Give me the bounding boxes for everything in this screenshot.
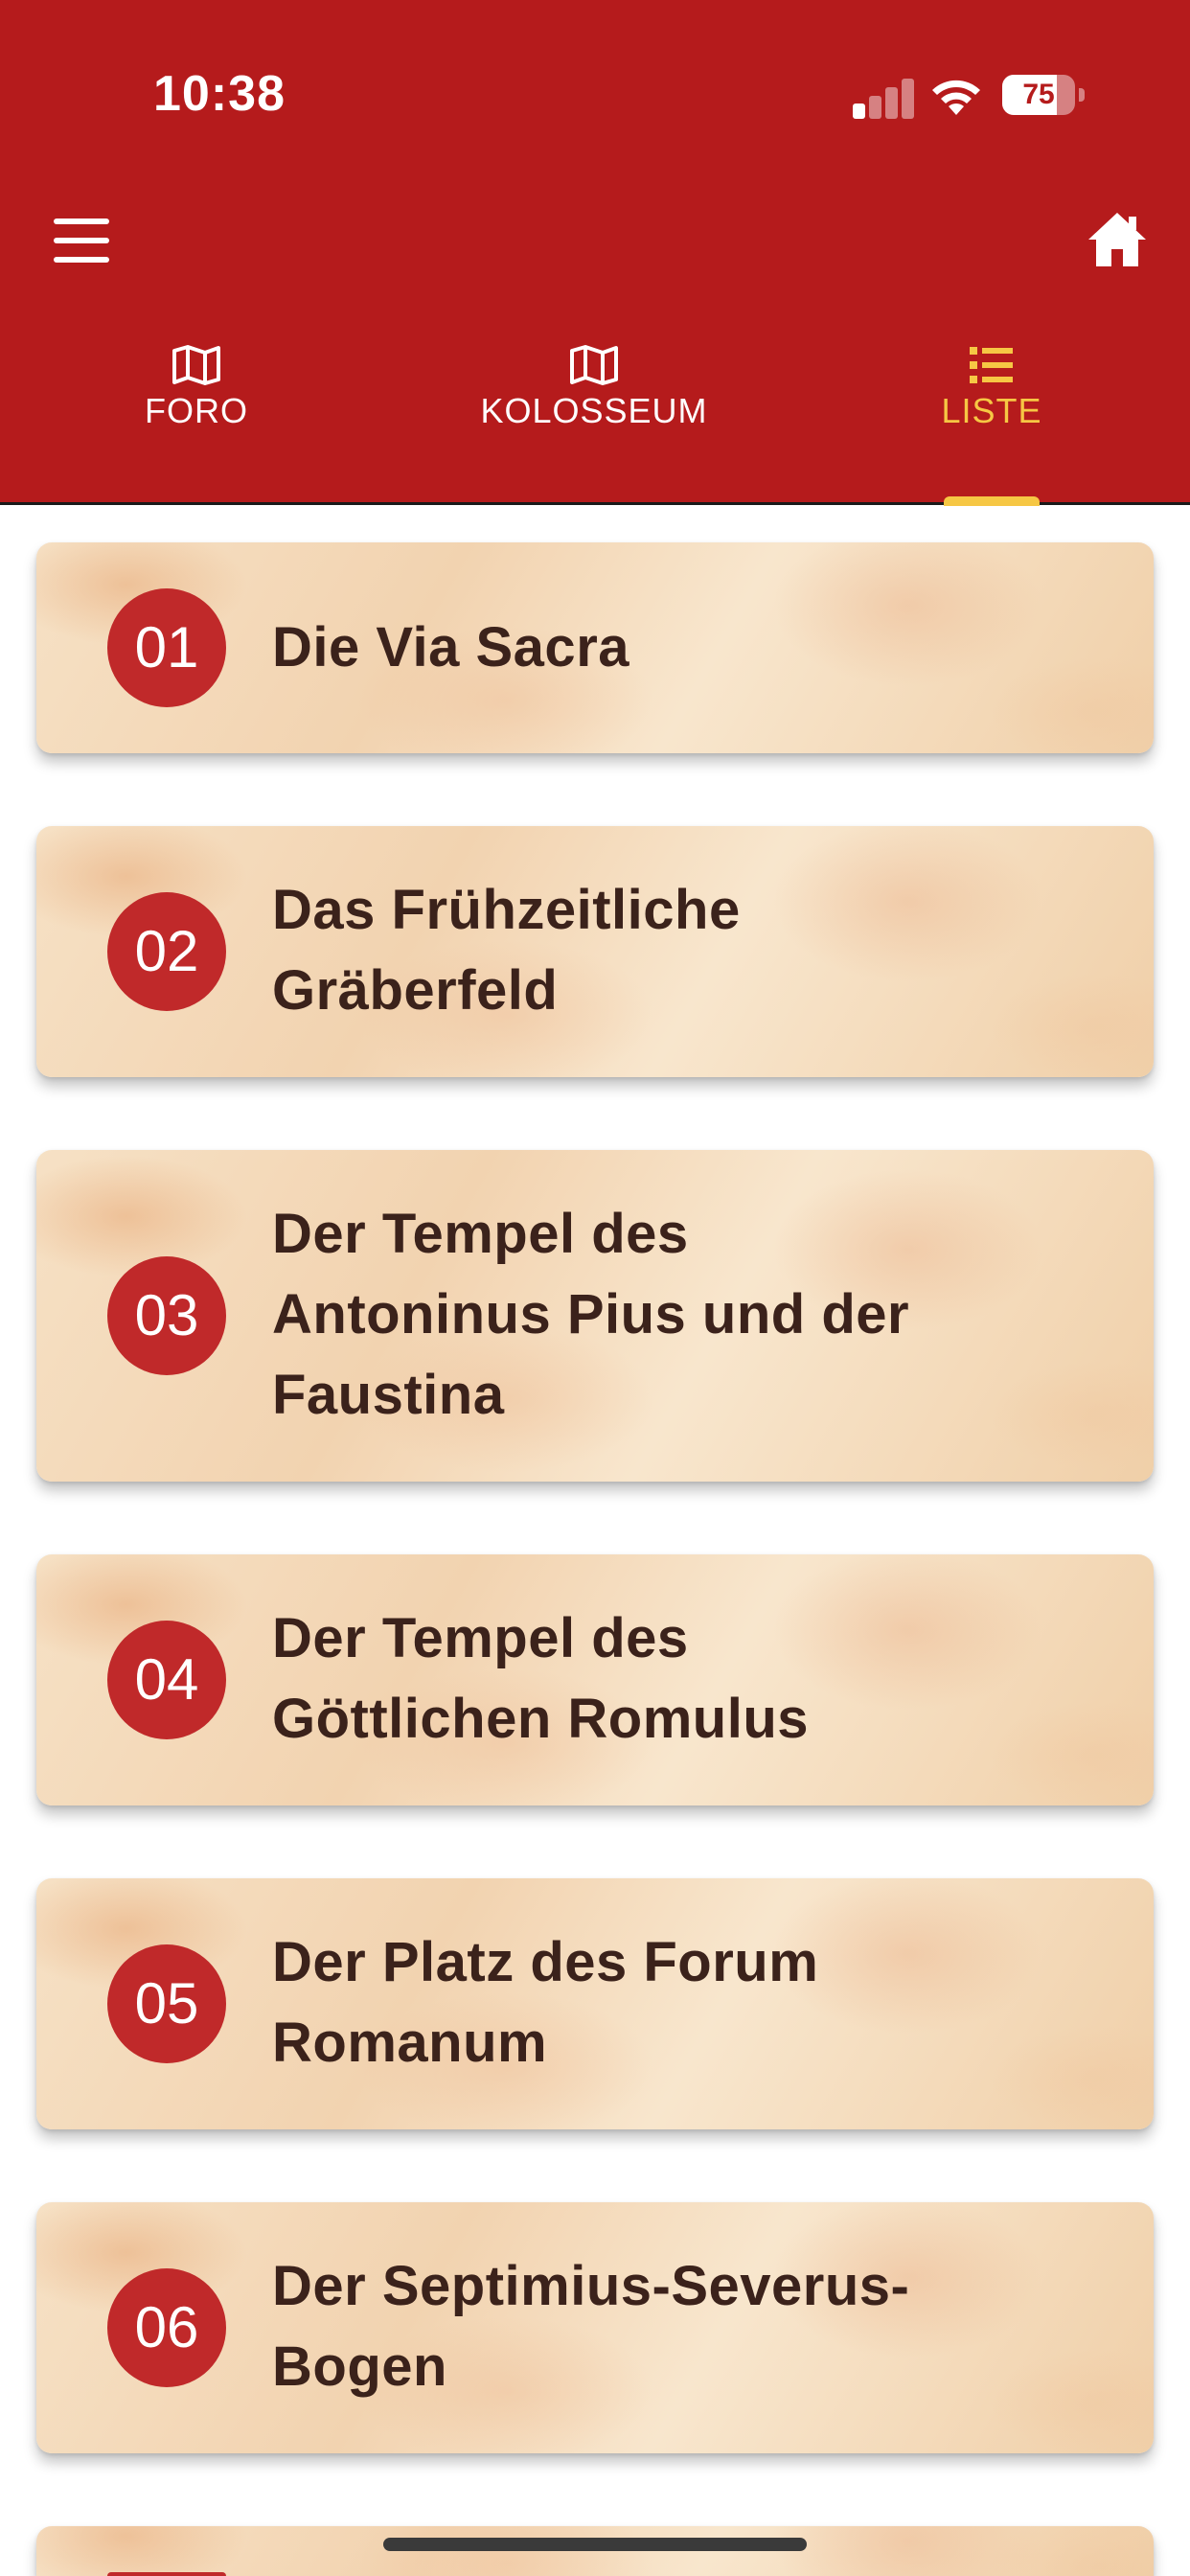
- list-item[interactable]: 05 Der Platz des Forum Romanum: [36, 1878, 1154, 2129]
- tab-foro-label: FORO: [145, 391, 248, 430]
- wifi-icon: [932, 80, 980, 115]
- item-title-line: Faustina: [272, 1364, 505, 1426]
- tab-foro[interactable]: FORO: [105, 345, 287, 489]
- list-item[interactable]: 03 Der Tempel des Antoninus Pius und der…: [36, 1150, 1154, 1482]
- list-icon: [970, 347, 1013, 383]
- list-item[interactable]: 02 Das Frühzeitliche Gräberfeld: [36, 826, 1154, 1077]
- item-number-badge: 05: [107, 1944, 226, 2063]
- item-number-badge: 02: [107, 892, 226, 1011]
- list-item[interactable]: 06 Der Septimius-Severus- Bogen: [36, 2202, 1154, 2453]
- item-title-line: Göttlichen Romulus: [272, 1688, 809, 1750]
- menu-button[interactable]: [54, 218, 111, 263]
- map-icon: [172, 345, 220, 385]
- battery-icon: 75: [1002, 75, 1085, 115]
- item-title-line: Romanum: [272, 2012, 548, 2074]
- tab-kolosseum[interactable]: KOLOSSEUM: [460, 345, 728, 489]
- item-title-line: Antoninus Pius und der: [272, 1283, 910, 1346]
- status-time: 10:38: [153, 66, 286, 122]
- item-title: Der Tempel des Göttlichen Romulus: [272, 1598, 1058, 1760]
- item-title-line: Die Via Sacra: [272, 616, 630, 678]
- list-item[interactable]: 04 Der Tempel des Göttlichen Romulus: [36, 1554, 1154, 1806]
- item-title-line: Der Platz des Forum: [272, 1931, 819, 1993]
- battery-percent: 75: [1022, 79, 1055, 110]
- list-item[interactable]: 01 Die Via Sacra: [36, 542, 1154, 753]
- item-title: Der Septimius-Severus- Bogen: [272, 2246, 1058, 2407]
- app-header: 10:38 75 FORO KOLOSSEUM LISTE: [0, 0, 1190, 506]
- cellular-signal-icon: [853, 77, 916, 119]
- item-title-line: Der Tempel des: [272, 1607, 689, 1669]
- item-number-badge: 01: [107, 588, 226, 707]
- home-indicator[interactable]: [383, 2538, 807, 2551]
- item-number-badge: 04: [107, 1621, 226, 1739]
- item-number-badge: 06: [107, 2268, 226, 2387]
- item-number-badge: [107, 2572, 226, 2576]
- item-title-line: Bogen: [272, 2335, 447, 2398]
- tab-liste[interactable]: LISTE: [910, 345, 1073, 489]
- tab-liste-label: LISTE: [941, 391, 1042, 430]
- active-tab-indicator: [944, 496, 1040, 506]
- item-title-line: Der Tempel des: [272, 1203, 689, 1265]
- tab-kolosseum-label: KOLOSSEUM: [480, 391, 708, 430]
- home-button[interactable]: [1087, 211, 1148, 268]
- item-title: Der Platz des Forum Romanum: [272, 1922, 1058, 2083]
- list-item[interactable]: [36, 2526, 1154, 2576]
- item-title: Die Via Sacra: [272, 608, 1058, 688]
- item-title-line: Der Septimius-Severus-: [272, 2255, 910, 2317]
- map-icon: [570, 345, 618, 385]
- item-title: Der Tempel des Antoninus Pius und der Fa…: [272, 1194, 1058, 1436]
- item-title-line: Das Frühzeitliche: [272, 879, 741, 941]
- item-title: Das Frühzeitliche Gräberfeld: [272, 870, 1058, 1031]
- item-title-line: Gräberfeld: [272, 959, 559, 1022]
- item-number-badge: 03: [107, 1256, 226, 1375]
